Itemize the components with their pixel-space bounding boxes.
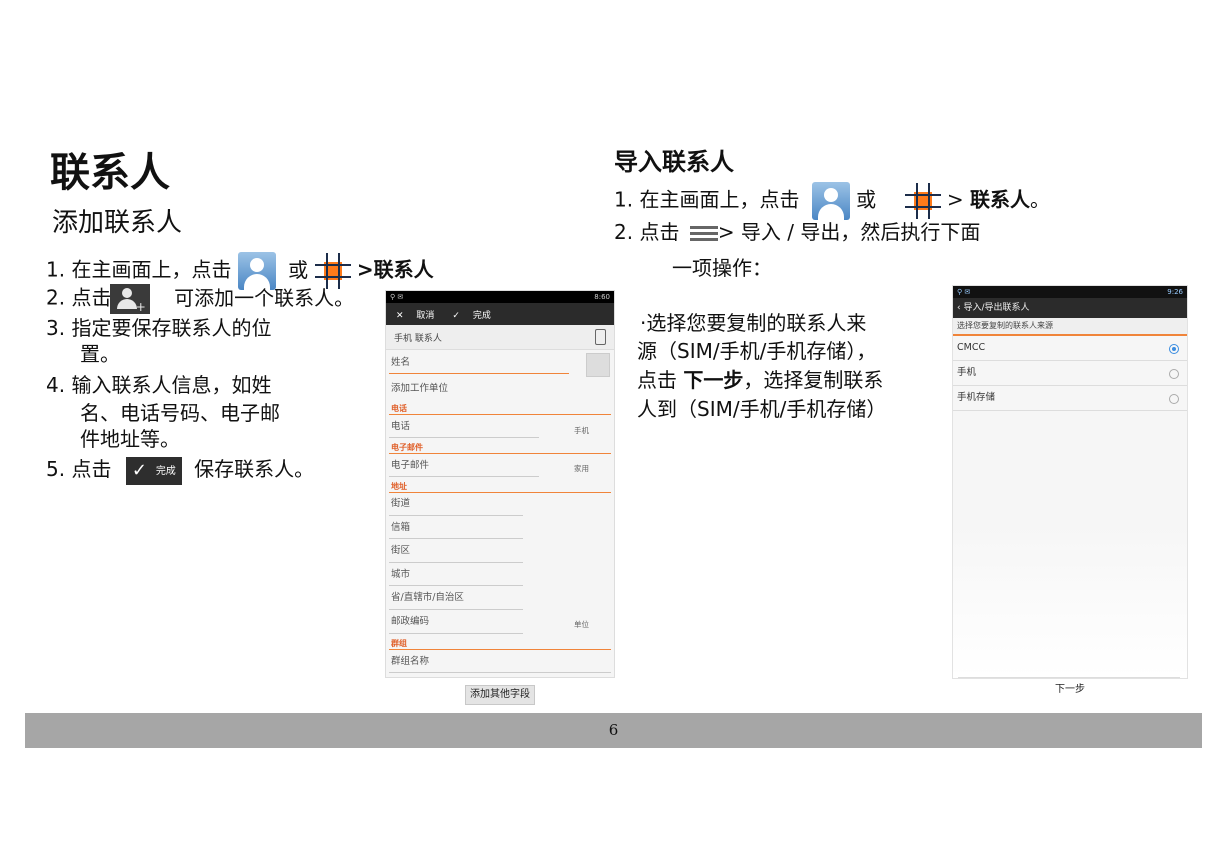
phone-field[interactable]: 电话 [391,417,410,437]
step-2: 2. 点击 + 可添加一个联系人。 [46,284,354,314]
add-contact-screenshot: ⚲ ✉ 8:60 ✕ 取消 ✓ 完成 手机 联系人 姓名 添加工作单位 电话 电话… [385,290,615,678]
street-field[interactable]: 街道 [391,494,410,514]
step-4-line-1: 4. 输入联系人信息，如姓 [46,373,272,397]
account-label: 手机 联系人 [394,333,442,344]
status-bar: ⚲ ✉ 9:26 [953,286,1187,298]
status-time: 8:60 [594,293,610,301]
done-button[interactable]: ✓ 完成 [452,308,490,321]
step-1-suffix: >联系人 [356,257,434,282]
account-selector[interactable]: 手机 联系人 [386,325,614,350]
pobox-field[interactable]: 信箱 [391,518,410,538]
status-time: 9:26 [1167,288,1183,296]
status-icons: ⚲ ✉ [957,288,971,296]
source-subtitle: 选择您要复制的联系人来源 [953,318,1187,336]
section-group: 群组 [391,639,407,648]
step-3-line-1: 3. 指定要保存联系人的位 [46,316,272,340]
page-title: 联系人 [50,150,170,196]
footer-bar: 6 [25,713,1202,748]
bullet-line-2: 源（SIM/手机/手机存储）， [637,339,877,363]
district-field[interactable]: 街区 [391,541,410,561]
phone-device-icon [595,329,606,345]
checkmark-icon: ✓ [131,459,147,481]
province-field[interactable]: 省/直辖市/自治区 [391,588,464,608]
email-field[interactable]: 电子邮件 [391,456,429,476]
radio-icon[interactable] [1169,394,1179,404]
import-export-screenshot: ⚲ ✉ 9:26 ‹ 导入/导出联系人 选择您要复制的联系人来源 CMCC 手机 … [952,285,1188,679]
section-email: 电子邮件 [391,443,423,452]
import-title: 导入联系人 [614,148,734,176]
address-type-select[interactable]: 单位 [574,619,589,630]
add-company-field[interactable]: 添加工作单位 [391,379,448,399]
group-name-field[interactable]: 群组名称 [391,652,429,672]
contacts-label: 联系人 [970,187,1031,212]
action-bar[interactable]: ‹ 导入/导出联系人 [953,298,1187,318]
menu-icon [689,224,718,244]
next-step-label: 下一步 [683,368,744,392]
import-step-2: 2. 点击 > 导入 / 导出，然后执行下面 [614,219,980,245]
import-step-2-prefix: 2. 点击 [614,220,680,244]
radio-icon[interactable] [1169,369,1179,379]
section-phone: 电话 [391,404,407,413]
add-other-field-button[interactable]: 添加其他字段 [465,685,535,705]
bullet-line-1: ·选择您要复制的联系人来 [640,311,867,335]
step-4-line-2: 名、电话号码、电子邮 [80,401,280,425]
source-option-phone[interactable]: 手机 [953,361,1187,386]
done-button-icon: ✓ 完成 [125,456,182,485]
status-icons: ⚲ ✉ [390,293,404,301]
contact-photo-icon[interactable] [586,353,610,377]
step-2-prefix: 2. 点击 [46,285,112,310]
section-subtitle: 添加联系人 [52,208,183,238]
import-step-1-prefix: 1. 在主画面上，点击 [614,187,800,212]
import-export-title: 导入/导出联系人 [963,303,1030,313]
city-field[interactable]: 城市 [391,565,410,585]
source-option-cmcc[interactable]: CMCC [953,336,1187,361]
step-1-or: 或 [288,257,309,282]
status-bar: ⚲ ✉ 8:60 [386,291,614,303]
phone-type-select[interactable]: 手机 [574,425,589,436]
import-step-1-or: 或 [856,187,877,212]
step-1-prefix: 1. 在主画面上，点击 [46,257,232,282]
page-number: 6 [608,721,619,739]
next-button[interactable]: 下一步 [1040,683,1100,697]
name-field[interactable]: 姓名 [391,353,410,373]
step-4-line-3: 件地址等。 [80,427,180,451]
step-5-prefix: 5. 点击 [46,457,112,481]
bullet-line-3: 点击 下一步，选择复制联系 [637,368,884,392]
bullet-line-4: 人到（SIM/手机/手机存储） [637,397,887,421]
step-5: 5. 点击 ✓ 完成 保存联系人。 [46,456,314,485]
radio-selected-icon[interactable] [1169,344,1179,354]
section-address: 地址 [391,482,407,491]
contacts-person-icon [811,182,850,220]
source-option-phone-storage[interactable]: 手机存储 [953,386,1187,411]
step-5-suffix: 保存联系人。 [194,457,315,481]
cancel-button[interactable]: ✕ 取消 [396,308,434,321]
postal-code-field[interactable]: 邮政编码 [391,612,429,632]
app-grid-icon [904,183,941,219]
action-bar: ✕ 取消 ✓ 完成 [386,303,614,325]
add-contact-icon: + [109,284,150,314]
email-type-select[interactable]: 家用 [574,463,589,474]
step-3-line-2: 置。 [80,342,120,366]
step-2-suffix: 可添加一个联系人。 [174,285,355,310]
import-step-1: 1. 在主画面上，点击 或 > 联系人。 [614,182,1050,220]
import-step-2-line-2: 一项操作： [672,256,772,280]
import-step-2-suffix: > 导入 / 导出，然后执行下面 [717,220,981,244]
